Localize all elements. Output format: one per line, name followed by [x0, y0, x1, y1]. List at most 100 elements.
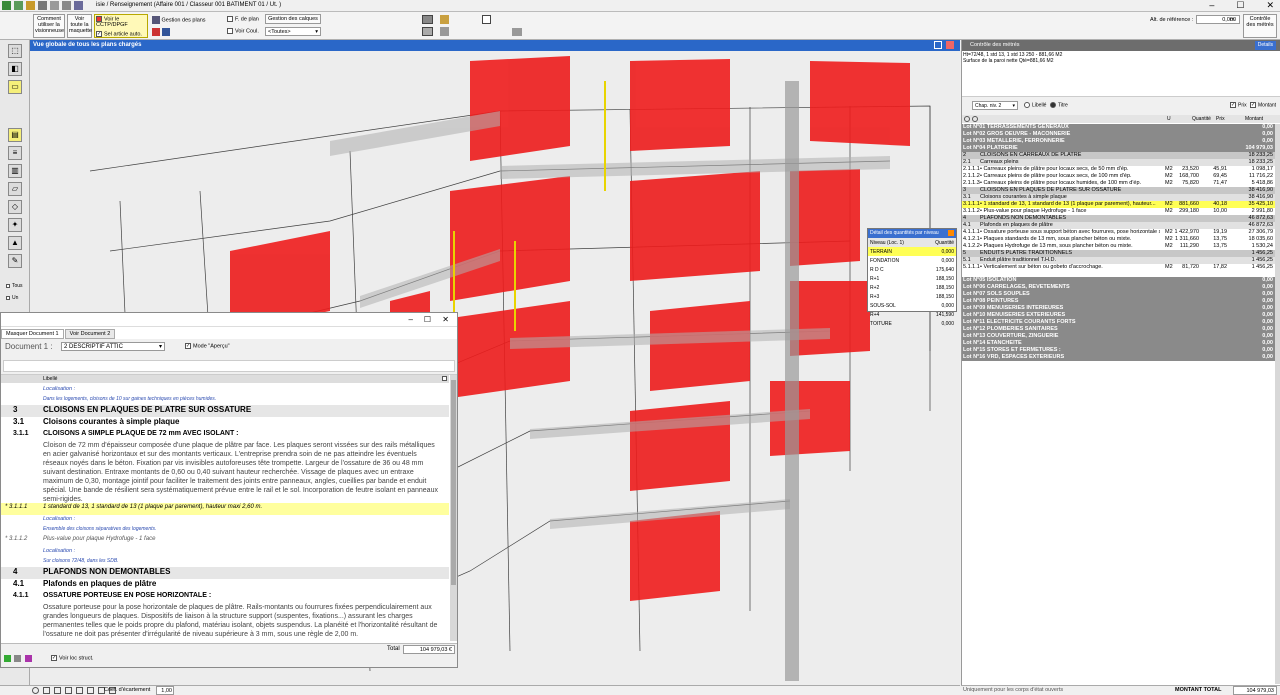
grid-icon[interactable]: [162, 28, 170, 36]
metre-row[interactable]: Lot N°05 ISOLATION 0,00: [962, 277, 1275, 284]
gestion-calques-button[interactable]: Gestion des calques: [265, 14, 321, 24]
formula-box[interactable]: Ht=72/48, 1 std 13, 1 std 13 250 - 881,6…: [962, 51, 1280, 97]
metre-row[interactable]: Lot N°11 ELECTRICITE COURANTS FORTS 0,00: [962, 319, 1275, 326]
document-row[interactable]: Localisation :: [1, 547, 449, 557]
metre-row[interactable]: 2.1 Carreaux pleins 18 233,25: [962, 159, 1275, 166]
document-row[interactable]: 3.1.1 CLOISONS A SIMPLE PLAQUE DE 72 mm A…: [1, 429, 449, 441]
layers-icon[interactable]: [152, 16, 160, 24]
chap-niveau-select[interactable]: Chap. niv. 2 ▾: [972, 101, 1018, 110]
page-tool-icon[interactable]: ▭: [8, 80, 22, 94]
frame-icon[interactable]: [482, 15, 491, 24]
app-icons[interactable]: [2, 1, 83, 10]
printer-icon[interactable]: [422, 15, 433, 24]
column-tool-icon[interactable]: ▥: [8, 164, 22, 178]
sel-article-checkbox[interactable]: ✓ Sel article auto.: [96, 31, 146, 38]
document-search-input[interactable]: [3, 360, 455, 372]
viewport-maximize-icon[interactable]: [934, 41, 942, 49]
tab-voir-document-2[interactable]: Voir Document 2: [64, 329, 116, 339]
metre-row[interactable]: Lot N°13 COUVERTURE, ZINGUERIE 0,00: [962, 333, 1275, 340]
pan-icon[interactable]: [54, 687, 61, 694]
show-full-model-button[interactable]: Voir toute la maquette: [67, 14, 92, 38]
detail-row[interactable]: FONDATION 0,000: [868, 256, 956, 265]
metre-row[interactable]: Lot N°16 VRD, ESPACES EXTERIEURS 0,00: [962, 354, 1275, 361]
green-tag-icon[interactable]: [4, 655, 11, 662]
document-row[interactable]: Localisation :: [1, 385, 449, 395]
rotate-icon[interactable]: [32, 687, 39, 694]
minimize-icon[interactable]: –: [1209, 0, 1214, 11]
fit-icon[interactable]: [65, 687, 72, 694]
metre-row[interactable]: 2.1.1.1 • Carreaux pleins de plâtre pour …: [962, 166, 1275, 173]
document-row[interactable]: 3 CLOISONS EN PLAQUES DE PLATRE SUR OSSAT…: [1, 405, 449, 417]
controle-scrollbar[interactable]: [1275, 124, 1280, 684]
close-icon[interactable]: ✕: [1266, 0, 1274, 11]
document-row[interactable]: * 3.1.1.2 Plus-value pour plaque Hydrofug…: [1, 535, 449, 547]
collapse-icon[interactable]: [964, 116, 970, 122]
metre-row[interactable]: 4 PLAFONDS NON DEMONTABLES 46 872,63: [962, 215, 1275, 222]
montant-checkbox[interactable]: ✓ Montant: [1250, 102, 1276, 108]
document-scrollbar-thumb[interactable]: [451, 380, 456, 585]
calque-select[interactable]: <Toutes> ▾: [265, 27, 321, 36]
detail-row[interactable]: R+3 188,150: [868, 292, 956, 301]
tab-masquer-document-1[interactable]: Masquer Document 1: [1, 329, 64, 339]
metre-row[interactable]: 5.1 Enduit plâtre traditionnel T.H.D. 1 45…: [962, 257, 1275, 264]
metre-row[interactable]: Lot N°12 PLOMBERIES SANITAIRES 0,00: [962, 326, 1275, 333]
doc-maximize-icon[interactable]: ☐: [424, 315, 431, 324]
metre-row[interactable]: 4.1.2.2 • Plaques Hydrofuge de 13 mm, sou…: [962, 243, 1275, 250]
metre-row[interactable]: 2.1.1.3 • Carreaux pleins de plâtre pour …: [962, 180, 1275, 187]
color-icon[interactable]: [152, 28, 160, 36]
doc-minimize-icon[interactable]: –: [409, 315, 413, 324]
undo-icon[interactable]: [14, 1, 23, 10]
metre-row[interactable]: Lot N°04 PLATRERIE 104 979,03: [962, 145, 1275, 152]
metre-row[interactable]: 5 ENDUITS PLATRE TRADITIONNELS 1 456,25: [962, 250, 1275, 257]
stack-tool-icon[interactable]: ≡: [8, 146, 22, 160]
document-row[interactable]: Dans les logements, cloisons de 10 sur g…: [1, 395, 449, 405]
slab-tool-icon[interactable]: ▱: [8, 182, 22, 196]
metre-row[interactable]: Lot N°09 MENUISERIES INTERIEURES 0,00: [962, 305, 1275, 312]
expand-icon[interactable]: [972, 116, 978, 122]
metre-row[interactable]: 3.1.1.1 • 1 standard de 13, 1 standard de…: [962, 201, 1275, 208]
voir-coul-checkbox[interactable]: Voir Coul.: [227, 28, 259, 34]
metre-row[interactable]: Lot N°14 ETANCHEITE 0,00: [962, 340, 1275, 347]
wall-tool-icon[interactable]: ▤: [8, 128, 22, 142]
un-toggle[interactable]: Un: [6, 295, 18, 301]
detail-row[interactable]: TOITURE 0,000: [868, 319, 956, 328]
metre-row[interactable]: Lot N°08 PEINTURES 0,00: [962, 298, 1275, 305]
hand-icon[interactable]: [50, 1, 59, 10]
document-row[interactable]: 4.1.1 OSSATURE PORTEUSE EN POSE HORIZONTA…: [1, 591, 449, 603]
controle-rows[interactable]: Lot N°01 TERRASSEMENTS GENERAUX 0,00 Lot N…: [962, 124, 1275, 684]
document-select[interactable]: 2 DESCRIPTIF ATTIC ▾: [61, 342, 165, 351]
fdeplan-checkbox[interactable]: F. de plan: [227, 16, 259, 22]
libelle-radio[interactable]: Libellé: [1024, 102, 1046, 108]
export-icon[interactable]: [440, 15, 449, 24]
voir-loc-checkbox[interactable]: ✓ Voir loc struct.: [51, 655, 94, 661]
metre-row[interactable]: 2 CLOISONS EN CARREAUX DE PLATRE 18 233,25: [962, 152, 1275, 159]
lamp-tool-icon[interactable]: ✦: [8, 218, 22, 232]
metre-row[interactable]: Lot N°01 TERRASSEMENTS GENERAUX 0,00: [962, 124, 1275, 131]
metre-row[interactable]: Lot N°06 CARRELAGES, REVETEMENTS 0,00: [962, 284, 1275, 291]
titre-radio[interactable]: Titre: [1050, 102, 1068, 108]
document-row[interactable]: Ensemble des cloisons séparatives des lo…: [1, 525, 449, 535]
camera-icon[interactable]: [87, 687, 94, 694]
detail-row[interactable]: R+4 141,590: [868, 310, 956, 319]
document-row[interactable]: * 3.1.1.1 1 standard de 13, 1 standard de…: [1, 503, 449, 515]
filter-icon[interactable]: [62, 1, 71, 10]
metre-row[interactable]: Lot N°07 SOLS SOUPLES 0,00: [962, 291, 1275, 298]
print-icon[interactable]: [38, 1, 47, 10]
detail-row[interactable]: R D C 175,640: [868, 265, 956, 274]
object-tool-icon[interactable]: ▲: [8, 236, 22, 250]
paint-tool-icon[interactable]: ✎: [8, 254, 22, 268]
voir-cctp-checkbox[interactable]: Voir le CCTP/DPGF: [96, 16, 146, 28]
eye-icon[interactable]: [512, 28, 522, 36]
prix-checkbox[interactable]: ✓ Prix: [1230, 102, 1247, 108]
metre-row[interactable]: 3 CLOISONS EN PLAQUES DE PLATRE SUR OSSAT…: [962, 187, 1275, 194]
document-row[interactable]: 4.1 Plafonds en plaques de plâtre: [1, 579, 449, 591]
home-view-icon[interactable]: [76, 687, 83, 694]
document-row[interactable]: Sur cloisons 72/48, dans les SDB.: [1, 557, 449, 567]
gray-tag-icon[interactable]: [14, 655, 21, 662]
document-row[interactable]: 4 PLAFONDS NON DEMONTABLES: [1, 567, 449, 579]
metre-row[interactable]: Lot N°03 METALLERIE, FERRONNERIE 0,00: [962, 138, 1275, 145]
metre-row[interactable]: Lot N°15 STORES ET FERMETURES : 0,00: [962, 347, 1275, 354]
detail-row[interactable]: R+2 188,150: [868, 283, 956, 292]
detail-close-icon[interactable]: [948, 230, 954, 236]
zoom-icon[interactable]: [43, 687, 50, 694]
